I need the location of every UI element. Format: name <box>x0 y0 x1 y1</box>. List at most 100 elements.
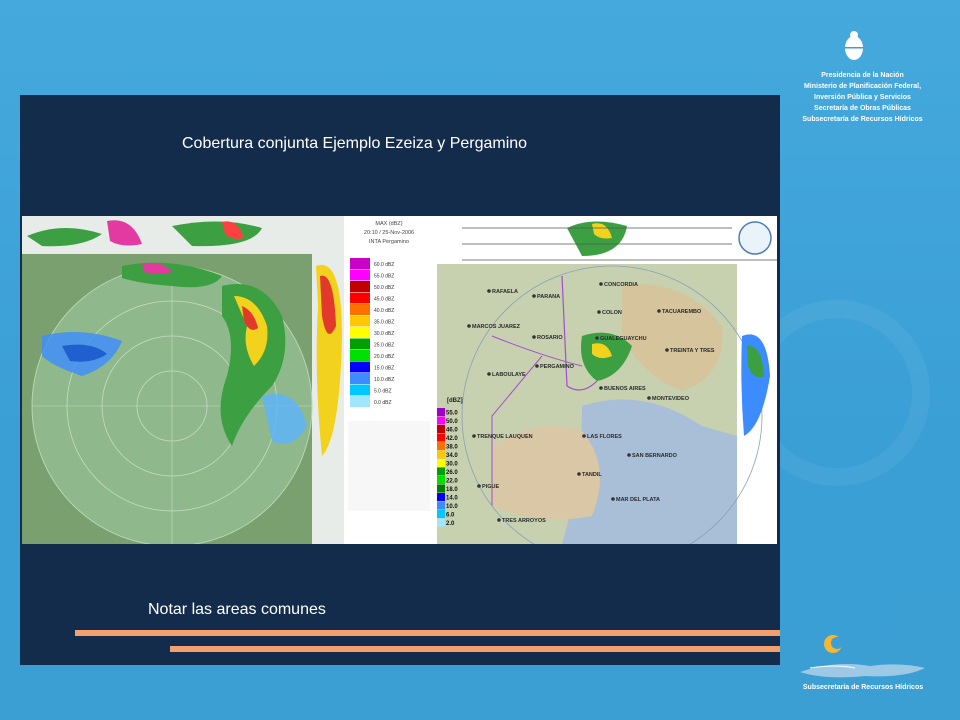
decorative-bar <box>170 646 780 652</box>
legend-scale-label: 45.0 dBZ <box>374 297 394 303</box>
map-scale-label: 14.0 <box>446 496 458 502</box>
header-line: Ministerio de Planificación Federal, <box>803 83 922 90</box>
map-scale-label: 22.0 <box>446 479 458 485</box>
city-label: BUENOS AIRES <box>604 386 646 392</box>
city-marker <box>582 434 586 438</box>
city-label: COLON <box>602 310 622 316</box>
map-scale-swatch <box>437 442 445 450</box>
legend-scale-label: 20.0 dBZ <box>374 354 394 360</box>
map-scale-swatch <box>437 467 445 476</box>
map-scale-swatch <box>437 408 445 416</box>
map-scale-label: 26.0 <box>446 470 458 476</box>
slide-title: Cobertura conjunta Ejemplo Ezeiza y Perg… <box>182 135 528 152</box>
radar-left-panel <box>22 216 344 544</box>
radar-composite-image: MAX (dBZ) 20:10 / 25-Nov-2006 INTA Perga… <box>22 216 777 544</box>
city-label: GUALEGUAYCHU <box>600 336 647 342</box>
city-label: PARANA <box>537 294 560 300</box>
header-line: Subsecretaría de Recursos Hídricos <box>802 116 923 123</box>
legend-title: MAX (dBZ) <box>375 221 402 227</box>
legend-swatch <box>350 327 370 338</box>
header-line: Presidencia de la Nación <box>821 72 904 79</box>
city-label: SAN BERNARDO <box>632 453 678 459</box>
city-label: TREINTA Y TRES <box>670 348 715 354</box>
government-header: Presidencia de la Nación Ministerio de P… <box>790 70 935 125</box>
city-label: MONTEVIDEO <box>652 396 690 402</box>
map-scale-label: 6.0 <box>446 513 455 519</box>
subsecretaria-label: Subsecretaría de Recursos Hídricos <box>802 684 924 691</box>
legend-params-table <box>348 421 430 511</box>
legend-swatch <box>350 338 370 350</box>
radar-right-panel: 55.0 50.0 46.0 42.0 38.0 34.0 30.0 26.0 22.0 18.0… <box>434 216 777 544</box>
radar-left-legend: MAX (dBZ) 20:10 / 25-Nov-2006 INTA Perga… <box>344 216 434 544</box>
city-label: RAFAELA <box>492 289 518 295</box>
city-marker <box>477 484 481 488</box>
legend-swatch <box>350 292 370 304</box>
map-scale-label: 42.0 <box>446 436 458 442</box>
coat-of-arms-icon <box>845 31 863 60</box>
city-marker <box>657 309 661 313</box>
map-scale-label: 38.0 <box>446 445 458 451</box>
city-label: LAS FLORES <box>587 434 622 440</box>
city-label: MARCOS JUAREZ <box>472 324 521 330</box>
legend-scale-label: 60.0 dBZ <box>374 262 394 268</box>
legend-swatch <box>350 350 370 361</box>
city-marker <box>627 453 631 457</box>
map-scale-label: 50.0 <box>446 419 458 425</box>
legend-swatch <box>350 269 370 281</box>
map-scale-label: 34.0 <box>446 453 458 459</box>
legend-swatch <box>350 281 370 292</box>
slide-note: Notar las areas comunes <box>148 601 326 618</box>
legend-scale-label: 50.0 dBZ <box>374 285 394 291</box>
legend-swatch <box>350 304 370 315</box>
map-scale-swatch <box>437 433 445 442</box>
city-marker <box>497 518 501 522</box>
city-label: TRES ARROYOS <box>502 518 546 524</box>
decorative-bar <box>75 630 780 636</box>
map-scale-label: 2.0 <box>446 521 455 527</box>
map-scale-swatch <box>437 459 445 467</box>
legend-swatch <box>350 384 370 396</box>
city-label: PERGAMINO <box>540 364 575 370</box>
legend-scale-label: 15.0 dBZ <box>374 366 394 372</box>
city-marker <box>532 294 536 298</box>
legend-swatch <box>350 315 370 327</box>
subsecretaria-logo-icon <box>800 635 925 678</box>
map-scale-swatch <box>437 416 445 425</box>
legend-site: INTA Pergamino <box>369 239 409 245</box>
map-scale-swatch <box>437 476 445 484</box>
map-scale-unit: [dBZ] <box>447 398 463 404</box>
map-scale-label: 30.0 <box>446 462 458 468</box>
legend-scale-label: 0.0 dBZ <box>374 400 392 406</box>
legend-swatch <box>350 258 370 269</box>
legend-scale-label: 10.0 dBZ <box>374 377 394 383</box>
inta-logo-icon <box>738 221 772 255</box>
city-marker <box>487 289 491 293</box>
city-marker <box>535 364 539 368</box>
legend-scale-label: 55.0 dBZ <box>374 274 394 280</box>
city-label: ROSARIO <box>537 335 563 341</box>
city-marker <box>487 372 491 376</box>
city-label: TRENQUE LAUQUEN <box>477 434 533 440</box>
legend-swatch <box>350 361 370 373</box>
map-scale-swatch <box>437 484 445 493</box>
map-scale-label: 46.0 <box>446 428 458 434</box>
city-marker <box>611 497 615 501</box>
city-label: CONCORDIA <box>604 282 638 288</box>
map-scale-swatch <box>437 501 445 510</box>
city-marker <box>467 324 471 328</box>
city-label: TACUAREMBO <box>662 309 702 315</box>
map-scale-swatch <box>437 450 445 459</box>
map-scale-swatch <box>437 510 445 518</box>
legend-scale-label: 30.0 dBZ <box>374 331 394 337</box>
map-scale-label: 10.0 <box>446 504 458 510</box>
header-line: Secretaría de Obras Públicas <box>814 105 911 112</box>
map-scale-swatch <box>437 425 445 433</box>
city-label: MAR DEL PLATA <box>616 497 660 503</box>
city-marker <box>577 472 581 476</box>
header-line: Inversión Pública y Servicios <box>814 94 911 101</box>
city-label: LABOULAYE <box>492 372 526 378</box>
map-scale-label: 55.0 <box>446 411 458 417</box>
map-scale-swatch <box>437 493 445 501</box>
city-marker <box>647 396 651 400</box>
city-marker <box>472 434 476 438</box>
